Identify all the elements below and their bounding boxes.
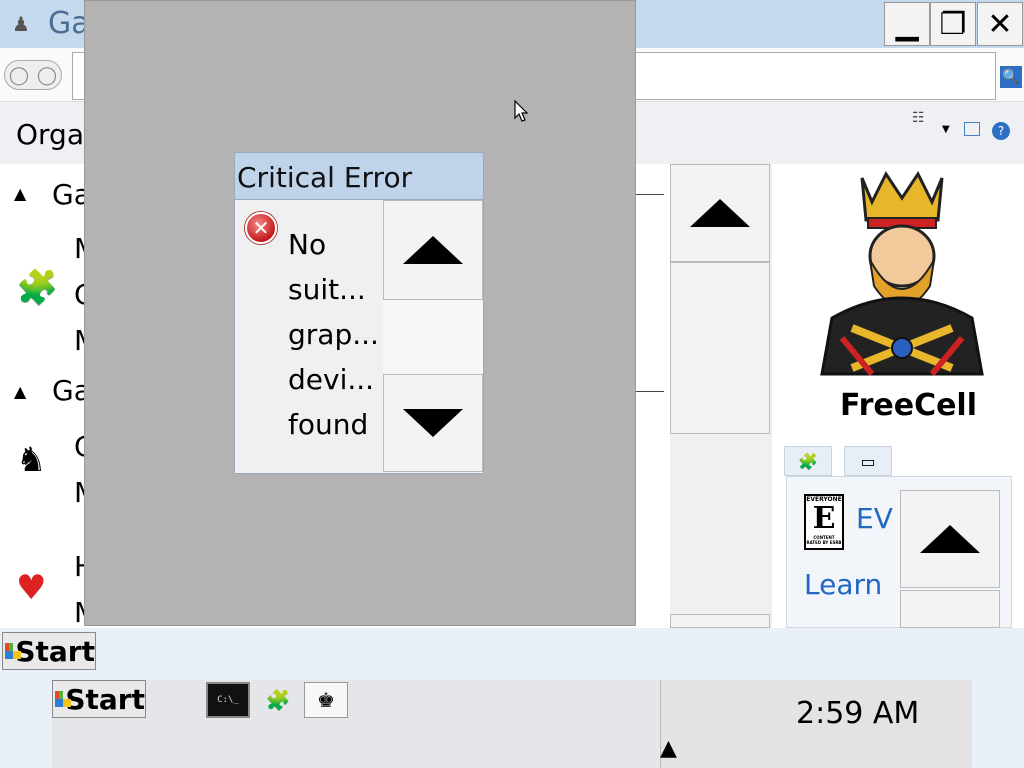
- chevron-down-icon[interactable]: ▼: [942, 124, 950, 135]
- ratings-tab-icon: 🧩: [798, 451, 818, 471]
- dialog-scroll-up-button[interactable]: [383, 200, 483, 300]
- views-icon[interactable]: ☷: [912, 110, 925, 126]
- freecell-king-icon: [820, 171, 984, 376]
- error-message-line: devi...: [288, 363, 375, 396]
- chess-icon[interactable]: ♞: [16, 440, 46, 480]
- organize-menu[interactable]: Orga: [16, 118, 84, 151]
- minimize-button[interactable]: ▁: [884, 2, 930, 46]
- esrb-bottom-text: CONTENT RATED BY ESRB: [806, 535, 842, 545]
- games-explorer-taskbar-button[interactable]: 🧩: [256, 682, 300, 718]
- freecell-taskbar-button[interactable]: ♚: [304, 682, 348, 718]
- monitor-icon: ▭: [860, 451, 876, 471]
- group-divider: [636, 391, 664, 392]
- back-forward-buttons[interactable]: ◯ ◯: [4, 60, 62, 90]
- start-button[interactable]: Start: [2, 632, 96, 670]
- forward-icon[interactable]: ◯: [37, 65, 57, 86]
- esrb-letter: E: [812, 501, 836, 536]
- scroll-thumb[interactable]: [670, 262, 770, 434]
- king-card-icon: ♚: [317, 688, 335, 712]
- preview-scroll-up-button[interactable]: [900, 490, 1000, 588]
- rating-link[interactable]: EV: [856, 502, 893, 535]
- arrow-up-icon: [920, 525, 980, 553]
- close-icon: ✕: [987, 6, 1013, 42]
- taskbar-clock[interactable]: 2:59 AM: [796, 696, 919, 731]
- dialog-title: Critical Error: [234, 152, 484, 200]
- maximize-icon: ❐: [939, 6, 967, 42]
- learn-more-link[interactable]: Learn: [804, 568, 882, 601]
- close-button[interactable]: ✕: [977, 2, 1023, 46]
- games-app-icon: ♟: [12, 12, 30, 36]
- back-icon[interactable]: ◯: [9, 65, 29, 86]
- tab-performance[interactable]: ▭: [844, 446, 892, 476]
- error-message-line: found: [288, 408, 369, 441]
- esrb-rating-logo: EVERYONE E CONTENT RATED BY ESRB: [804, 494, 844, 550]
- arrow-up-icon: [403, 236, 463, 264]
- error-message-line: No: [288, 228, 327, 261]
- error-icon: ✕: [245, 212, 277, 244]
- hearts-icon[interactable]: ♥: [16, 568, 46, 608]
- windows-flag-icon: [55, 691, 72, 707]
- preview-game-name: FreeCell: [840, 388, 977, 423]
- games-icon: 🧩: [265, 688, 291, 712]
- search-icon[interactable]: 🔍: [1000, 66, 1022, 88]
- command-prompt-taskbar-button[interactable]: C:\_: [206, 682, 250, 718]
- mouse-cursor-icon: [514, 100, 529, 122]
- puzzle-icon[interactable]: 🧩: [16, 268, 58, 308]
- tray-chevron-icon[interactable]: ▲: [660, 736, 677, 761]
- start-button[interactable]: Start: [52, 680, 146, 718]
- arrow-down-icon: [403, 409, 463, 437]
- arrow-up-icon: [690, 199, 750, 227]
- cmd-icon: C:\_: [217, 695, 239, 705]
- windows-flag-icon: [5, 643, 22, 659]
- scroll-down-button[interactable]: [670, 614, 770, 628]
- collapse-group-icon[interactable]: ▲: [14, 382, 26, 401]
- dialog-scroll-down-button[interactable]: [383, 374, 483, 472]
- collapse-group-icon[interactable]: ▲: [14, 184, 26, 203]
- maximize-button[interactable]: ❐: [930, 2, 976, 46]
- start-label: Start: [65, 682, 145, 716]
- error-message-line: suit...: [288, 273, 366, 306]
- dialog-scroll-track[interactable]: [383, 300, 483, 374]
- start-label: Start: [15, 634, 95, 668]
- preview-scroll-thumb[interactable]: [900, 590, 1000, 628]
- error-message-line: grap...: [288, 318, 379, 351]
- scroll-up-button[interactable]: [670, 164, 770, 262]
- group-divider: [636, 194, 664, 195]
- preview-pane-icon[interactable]: [964, 122, 980, 136]
- help-icon[interactable]: ?: [992, 122, 1010, 140]
- tab-ratings[interactable]: 🧩: [784, 446, 832, 476]
- minimize-icon: ▁: [895, 6, 919, 42]
